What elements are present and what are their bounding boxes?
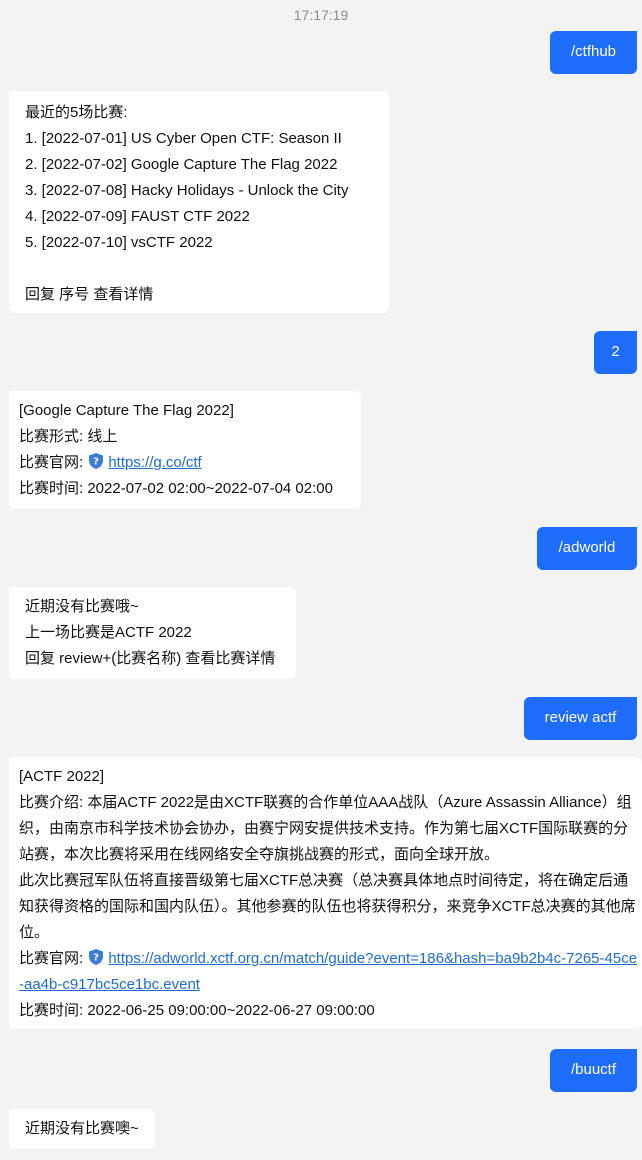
contest-site-row: 比赛官网: ? https://g.co/ctf [19,450,351,476]
contest-champion-note: 此次比赛冠军队伍将直接晋级第七届XCTF总决赛（总决赛具体地点时间待定，将在确定… [19,872,636,941]
contest-site-row: 比赛官网: ? https://adworld.xctf.org.cn/matc… [19,946,642,998]
site-label: 比赛官网: [19,454,84,471]
contest-time: 比赛时间: 2022-07-02 02:00~2022-07-04 02:00 [19,480,333,497]
list-item: 5. [2022-07-10] vsCTF 2022 [25,234,213,251]
message-text: /adworld [558,539,616,556]
message-line: 上一场比赛是ACTF 2022 [25,624,192,641]
message-line: 近期没有比赛哦~ [25,598,139,615]
sent-message-2[interactable]: 2 [594,331,637,374]
shield-icon: ? [87,948,105,966]
list-header: 最近的5场比赛: [25,104,128,121]
contest-title: [Google Capture The Flag 2022] [19,402,234,419]
site-label: 比赛官网: [19,950,84,967]
received-message-contest-list[interactable]: 最近的5场比赛: 1. [2022-07-01] US Cyber Open C… [9,91,389,313]
message-text: 近期没有比赛噢~ [25,1120,139,1137]
message-text: review actf [544,709,617,726]
received-message-google-ctf[interactable]: [Google Capture The Flag 2022] 比赛形式: 线上 … [9,391,361,509]
list-item: 4. [2022-07-09] FAUST CTF 2022 [25,208,250,225]
contest-time: 比赛时间: 2022-06-25 09:00:00~2022-06-27 09:… [19,1002,375,1019]
list-footer: 回复 序号 查看详情 [25,286,154,303]
message-text: 2 [611,343,620,360]
received-message-actf[interactable]: [ACTF 2022] 比赛介绍: 本届ACTF 2022是由XCTF联赛的合作… [9,757,642,1029]
contest-intro: 比赛介绍: 本届ACTF 2022是由XCTF联赛的合作单位AAA战队（Azur… [19,794,632,863]
message-text: /buuctf [570,1061,617,1078]
sent-message-buuctf[interactable]: /buuctf [550,1049,637,1092]
sent-message-review-actf[interactable]: review actf [524,697,637,740]
list-item: 2. [2022-07-02] Google Capture The Flag … [25,156,338,173]
message-text: /ctfhub [570,43,617,60]
timestamp: 17:17:19 [293,7,349,23]
list-item: 1. [2022-07-01] US Cyber Open CTF: Seaso… [25,130,342,147]
contest-format: 比赛形式: 线上 [19,428,118,445]
sent-message-ctfhub[interactable]: /ctfhub [550,31,637,74]
contest-title: [ACTF 2022] [19,768,105,785]
svg-text:?: ? [93,953,99,964]
shield-icon: ? [87,452,105,470]
svg-text:?: ? [93,457,99,468]
contest-site-link[interactable]: https://adworld.xctf.org.cn/match/guide?… [19,950,637,993]
list-item: 3. [2022-07-08] Hacky Holidays - Unlock … [25,182,349,199]
received-message-no-contest[interactable]: 近期没有比赛哦~ 上一场比赛是ACTF 2022 回复 review+(比赛名称… [9,587,296,679]
received-message-no-contest-buuctf[interactable]: 近期没有比赛噢~ [9,1109,155,1149]
contest-site-link[interactable]: https://g.co/ctf [108,454,201,471]
message-line: 回复 review+(比赛名称) 查看比赛详情 [25,650,276,667]
sent-message-adworld[interactable]: /adworld [537,527,637,570]
